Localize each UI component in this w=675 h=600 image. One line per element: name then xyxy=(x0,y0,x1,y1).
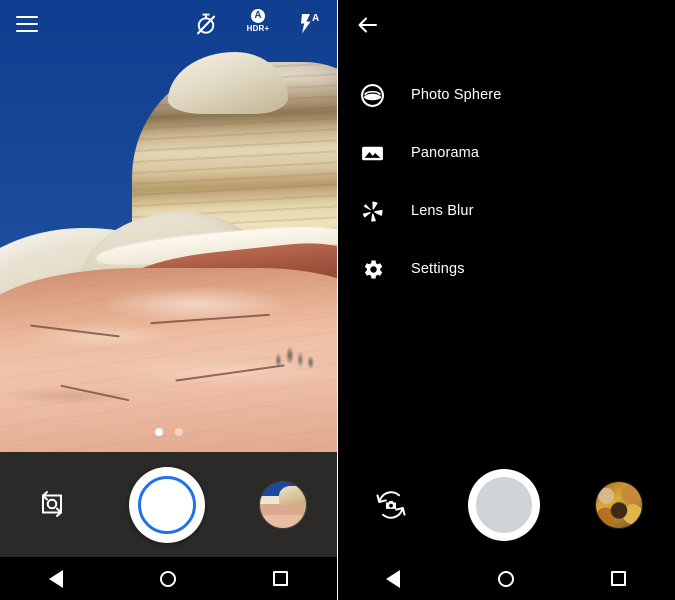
camera-modes-list: Photo Sphere Panorama Lens Blur Settings xyxy=(337,66,675,298)
nav-back-icon[interactable] xyxy=(373,559,413,599)
shutter-button[interactable] xyxy=(468,468,540,541)
svg-text:A: A xyxy=(312,13,319,24)
menu-item-label: Photo Sphere xyxy=(411,87,502,103)
menu-item-label: Settings xyxy=(411,261,465,277)
panorama-icon xyxy=(359,140,385,166)
lens-blur-aperture-icon xyxy=(359,198,385,224)
menu-item-settings[interactable]: Settings xyxy=(337,240,675,298)
camera-switch-rect-icon[interactable] xyxy=(30,483,74,527)
camera-viewfinder-screen: A HDR+ A xyxy=(0,0,337,600)
screenshot-root: A HDR+ A Photo Sphere Panorama Lens Blur… xyxy=(0,0,675,600)
menu-item-lens-blur[interactable]: Lens Blur xyxy=(337,182,675,240)
settings-gear-icon xyxy=(359,256,385,282)
menu-item-photo-sphere[interactable]: Photo Sphere xyxy=(337,66,675,124)
photo-sphere-icon xyxy=(359,82,385,108)
camera-control-bar xyxy=(337,452,675,557)
shutter-inner-ring xyxy=(137,475,196,534)
panel-divider xyxy=(337,0,338,600)
viewfinder-preview[interactable] xyxy=(0,0,337,452)
camera-control-bar xyxy=(0,452,337,557)
hdr-auto-badge: A xyxy=(251,9,265,23)
shutter-inner-disc xyxy=(476,476,532,533)
viewfinder-top-bar: A HDR+ A xyxy=(0,0,337,48)
page-dot[interactable] xyxy=(174,428,183,436)
page-indicator xyxy=(0,428,337,436)
nav-home-icon[interactable] xyxy=(148,559,188,599)
camera-modes-menu-screen: Photo Sphere Panorama Lens Blur Settings xyxy=(337,0,675,600)
flash-auto-icon[interactable]: A xyxy=(297,9,323,39)
arrow-left-icon[interactable] xyxy=(355,12,381,38)
shutter-button[interactable] xyxy=(128,466,205,543)
menu-item-panorama[interactable]: Panorama xyxy=(337,124,675,182)
timer-off-icon[interactable] xyxy=(193,9,219,39)
hamburger-menu-icon[interactable] xyxy=(16,16,38,32)
desert-shrub xyxy=(268,340,320,374)
android-navigation-bar xyxy=(0,557,337,600)
nav-back-icon[interactable] xyxy=(36,559,76,599)
menu-item-label: Panorama xyxy=(411,145,480,161)
camera-switch-circular-icon[interactable] xyxy=(369,483,413,527)
nav-home-icon[interactable] xyxy=(486,559,526,599)
hdr-caption: HDR+ xyxy=(246,24,270,33)
last-photo-thumbnail[interactable] xyxy=(259,480,307,529)
menu-top-bar xyxy=(337,0,675,50)
nav-recents-icon[interactable] xyxy=(261,559,301,599)
menu-item-label: Lens Blur xyxy=(411,203,474,219)
android-navigation-bar xyxy=(337,557,675,600)
nav-recents-icon[interactable] xyxy=(599,559,639,599)
viewfinder-top-icon-group: A HDR+ A xyxy=(193,9,323,39)
page-dot-active[interactable] xyxy=(154,428,163,436)
last-photo-thumbnail[interactable] xyxy=(595,480,643,529)
hdr-plus-auto-icon[interactable]: A HDR+ xyxy=(241,9,275,39)
